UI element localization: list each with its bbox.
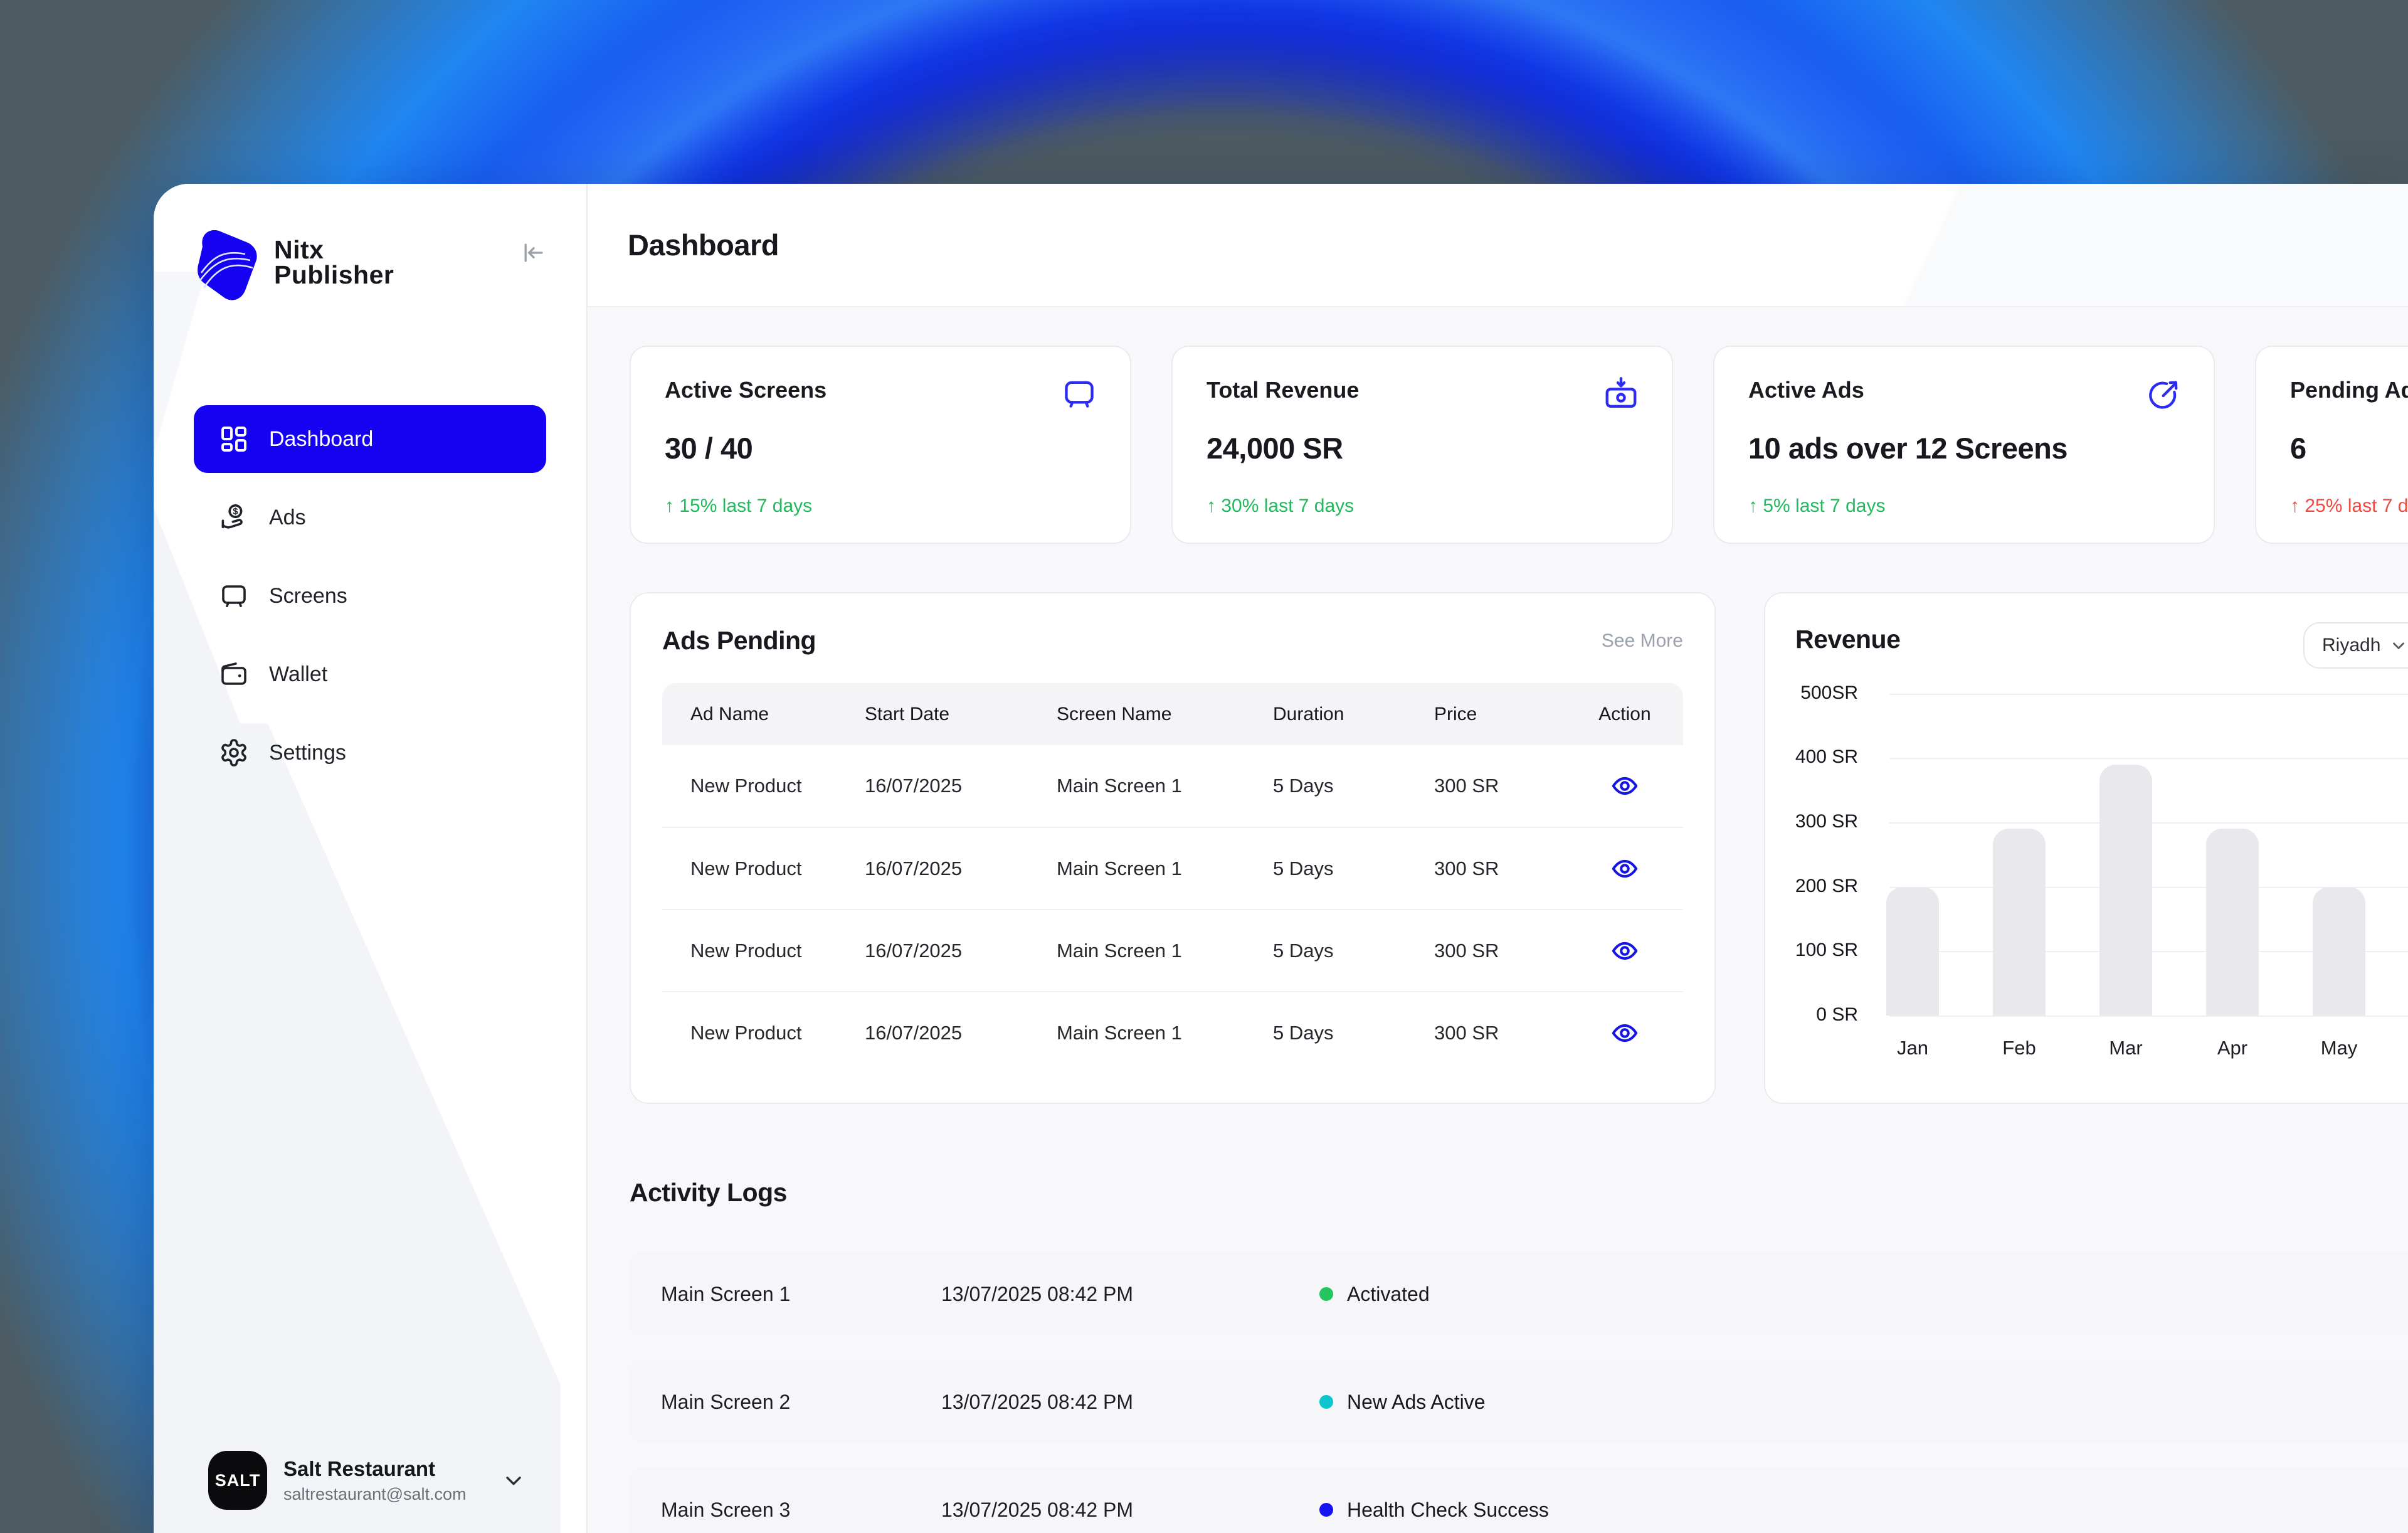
activity-row: Main Screen 2 13/07/2025 08:42 PM New Ad… [630, 1361, 2408, 1443]
stat-label: Active Ads [1748, 377, 1864, 403]
bar-feb [1993, 829, 2046, 1016]
stat-trend: ↑ 30% last 7 days [1207, 496, 1354, 516]
table-row: New Product 16/07/2025 Main Screen 15 Day… [662, 909, 1683, 992]
content: Active Screens 30 / 40 ↑ 15% last 7 days… [588, 307, 2408, 1533]
col-price: Price [1434, 683, 1566, 745]
view-ad-eye-icon[interactable] [1610, 854, 1639, 883]
col-duration: Duration [1273, 683, 1434, 745]
account-info: Salt Restaurant saltrestaurant@salt.com [283, 1457, 467, 1504]
stat-value: 30 / 40 [665, 432, 753, 465]
stat-cards-row: Active Screens 30 / 40 ↑ 15% last 7 days… [630, 346, 2408, 544]
col-action: Action [1566, 683, 1683, 745]
activity-logs-title: Activity Logs [630, 1178, 787, 1207]
sidebar-nav: Dashboard $ Ads Screens Wallet Settings [154, 405, 586, 787]
revenue-card: Revenue Riyadh 500SR 400 SR 300 SR 200 S… [1764, 592, 2408, 1104]
col-start-date: Start Date [865, 683, 1057, 745]
bar-mar [2099, 765, 2152, 1016]
view-ad-eye-icon[interactable] [1610, 936, 1639, 965]
nav-label: Dashboard [269, 427, 374, 451]
x-tick: Apr [2217, 1037, 2248, 1059]
stat-value: 6 [2290, 432, 2306, 465]
page-title: Dashboard [628, 228, 779, 262]
screen-icon [222, 585, 246, 607]
x-tick: May [2320, 1037, 2358, 1059]
sidebar-item-dashboard[interactable]: Dashboard [194, 405, 546, 473]
col-screen-name: Screen Name [1057, 683, 1273, 745]
stat-label: Pending Ads [2290, 377, 2408, 403]
stat-trend: ↑ 5% last 7 days [1748, 496, 1886, 516]
sidebar: Nitx Publisher Dashboard $ Ads Screens W… [154, 184, 588, 1533]
bar-jan [1886, 887, 1939, 1016]
chevron-down-icon [501, 1468, 526, 1493]
activity-row: Main Screen 3 13/07/2025 08:42 PM Health… [630, 1468, 2408, 1533]
sidebar-collapse-icon[interactable] [520, 239, 547, 267]
hand-coin-icon: $ [221, 504, 243, 529]
account-email: saltrestaurant@salt.com [283, 1484, 467, 1504]
stat-label: Total Revenue [1207, 377, 1360, 403]
app-window: Nitx Publisher Dashboard $ Ads Screens W… [154, 184, 2408, 1533]
nav-label: Screens [269, 583, 347, 608]
money-receive-icon [1603, 376, 1639, 412]
nav-label: Ads [269, 505, 306, 529]
status-dot [1319, 1287, 1333, 1301]
table-header-row: Ad Name Start Date Screen Name Duration … [662, 683, 1683, 745]
stat-value: 10 ads over 12 Screens [1748, 432, 2067, 465]
chevron-down-icon [2393, 642, 2405, 649]
status-dot [1319, 1503, 1333, 1517]
gear-icon [221, 739, 246, 767]
stat-card-active-ads: Active Ads 10 ads over 12 Screens ↑ 5% l… [1713, 346, 2215, 544]
bar-apr [2206, 829, 2259, 1016]
stat-card-pending-ads: Pending Ads 6 ↑ 25% last 7 days [2255, 346, 2408, 544]
x-tick: Jan [1897, 1037, 1928, 1059]
sidebar-item-ads[interactable]: $ Ads [194, 484, 546, 551]
stat-card-active-screens: Active Screens 30 / 40 ↑ 15% last 7 days [630, 346, 1131, 544]
activity-row: Main Screen 1 13/07/2025 08:42 PM Activa… [630, 1253, 2408, 1335]
x-tick: Mar [2109, 1037, 2143, 1059]
status-label: Activated [1347, 1282, 1430, 1305]
sidebar-item-wallet[interactable]: Wallet [194, 640, 546, 708]
table-row: New Product 16/07/2025 Main Screen 15 Day… [662, 827, 1683, 910]
bar-may [2313, 887, 2365, 1016]
account-name: Salt Restaurant [283, 1456, 436, 1480]
stat-trend: ↑ 25% last 7 days [2290, 496, 2408, 516]
account-switcher[interactable]: SALT Salt Restaurant saltrestaurant@salt… [192, 1433, 547, 1528]
ad-target-icon [2145, 376, 2181, 412]
x-tick: Feb [2002, 1037, 2036, 1059]
sidebar-item-screens[interactable]: Screens [194, 562, 546, 630]
see-more-link[interactable]: See More [1602, 630, 1683, 652]
status-label: Health Check Success [1347, 1498, 1549, 1521]
dashboard-grid-icon [221, 427, 246, 452]
status-label: New Ads Active [1347, 1390, 1486, 1413]
nav-label: Wallet [269, 662, 328, 686]
region-value: Riyadh [2322, 635, 2381, 655]
nav-label: Settings [269, 740, 346, 765]
table-row: New Product 16/07/2025 Main Screen 15 Day… [662, 991, 1683, 1074]
main-area: Dashboard Active Screens 30 / 40 ↑ 15% l… [588, 184, 2408, 1533]
nitx-logo-icon [198, 230, 257, 300]
svg-text:$: $ [233, 507, 238, 517]
wallet-icon [221, 662, 246, 685]
col-ad-name: Ad Name [662, 683, 865, 745]
view-ad-eye-icon[interactable] [1610, 772, 1639, 800]
ads-pending-card: Ads Pending See More Ad Name Start Date … [630, 592, 1716, 1104]
view-ad-eye-icon[interactable] [1610, 1019, 1639, 1048]
table-row: New Product 16/07/2025 Main Screen 15 Day… [662, 745, 1683, 827]
stat-value: 24,000 SR [1207, 432, 1343, 465]
sidebar-watermark [154, 184, 586, 1533]
logo-wordmark: Nitx Publisher [274, 235, 394, 289]
avatar: SALT [208, 1451, 267, 1510]
screen-icon [1061, 376, 1097, 412]
stat-card-total-revenue: Total Revenue 24,000 SR ↑ 30% last 7 day… [1171, 346, 1673, 544]
ads-pending-title: Ads Pending [662, 626, 816, 655]
stat-trend: ↑ 15% last 7 days [665, 496, 813, 516]
ads-pending-table: Ad Name Start Date Screen Name Duration … [662, 683, 1683, 1074]
status-dot [1319, 1395, 1333, 1409]
stat-label: Active Screens [665, 377, 827, 403]
page-header: Dashboard [588, 184, 2408, 307]
sidebar-item-settings[interactable]: Settings [194, 719, 546, 787]
middle-row: Ads Pending See More Ad Name Start Date … [630, 592, 2408, 1104]
revenue-bar-chart: 500SR 400 SR 300 SR 200 SR 100 SR 0 SR J… [1795, 654, 2408, 1106]
activity-logs-list: Main Screen 1 13/07/2025 08:42 PM Activa… [630, 1253, 2408, 1533]
